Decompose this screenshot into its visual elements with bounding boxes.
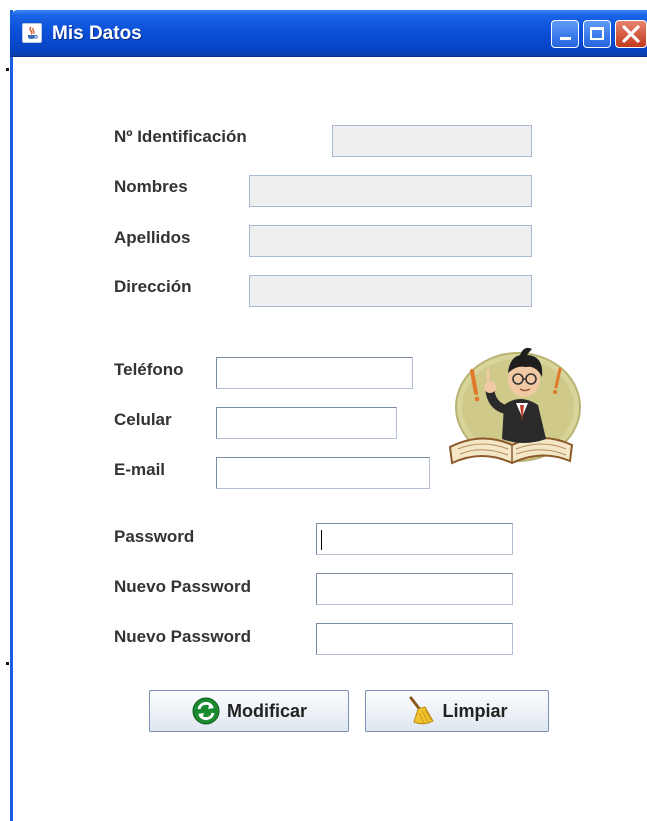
nuevo-password-confirm-field[interactable] <box>316 623 513 655</box>
title-bar[interactable]: Mis Datos <box>10 10 647 57</box>
direccion-field[interactable] <box>249 275 532 307</box>
text-caret <box>321 530 322 550</box>
student-reading-book-illustration <box>448 347 581 465</box>
celular-label: Celular <box>114 410 172 429</box>
minimize-icon <box>560 37 571 40</box>
password-field[interactable] <box>316 523 513 555</box>
nombres-field[interactable] <box>249 175 532 207</box>
apellidos-field[interactable] <box>249 225 532 257</box>
apellidos-label: Apellidos <box>114 228 191 247</box>
modificar-button[interactable]: Modificar <box>149 690 349 732</box>
identificacion-field[interactable] <box>332 125 532 157</box>
telefono-field[interactable] <box>216 357 413 389</box>
minimize-button[interactable] <box>551 20 579 48</box>
email-field[interactable] <box>216 457 430 489</box>
window-title: Mis Datos <box>52 23 142 44</box>
telefono-label: Teléfono <box>114 360 184 379</box>
edge-mark <box>6 662 9 665</box>
password-label: Password <box>114 527 195 546</box>
maximize-icon <box>590 27 604 40</box>
maximize-button[interactable] <box>583 20 611 48</box>
nuevo-password-field[interactable] <box>316 573 513 605</box>
nuevo-password-label: Nuevo Password <box>114 577 251 596</box>
refresh-icon <box>192 697 220 725</box>
background-edge <box>0 0 10 821</box>
limpiar-label: Limpiar <box>442 700 508 721</box>
identificacion-label: Nº Identificación <box>114 127 247 146</box>
nombres-label: Nombres <box>114 177 188 196</box>
broom-icon <box>409 696 435 725</box>
direccion-label: Dirección <box>114 277 192 296</box>
modificar-label: Modificar <box>226 700 307 721</box>
email-label: E-mail <box>114 460 166 479</box>
celular-field[interactable] <box>216 407 397 439</box>
limpiar-button[interactable]: Limpiar <box>365 690 549 732</box>
close-icon <box>622 25 640 43</box>
nuevo-password-confirm-label: Nuevo Password <box>114 627 251 646</box>
java-cup-icon[interactable] <box>22 23 42 43</box>
close-button[interactable] <box>615 20 647 48</box>
edge-mark <box>6 68 9 71</box>
